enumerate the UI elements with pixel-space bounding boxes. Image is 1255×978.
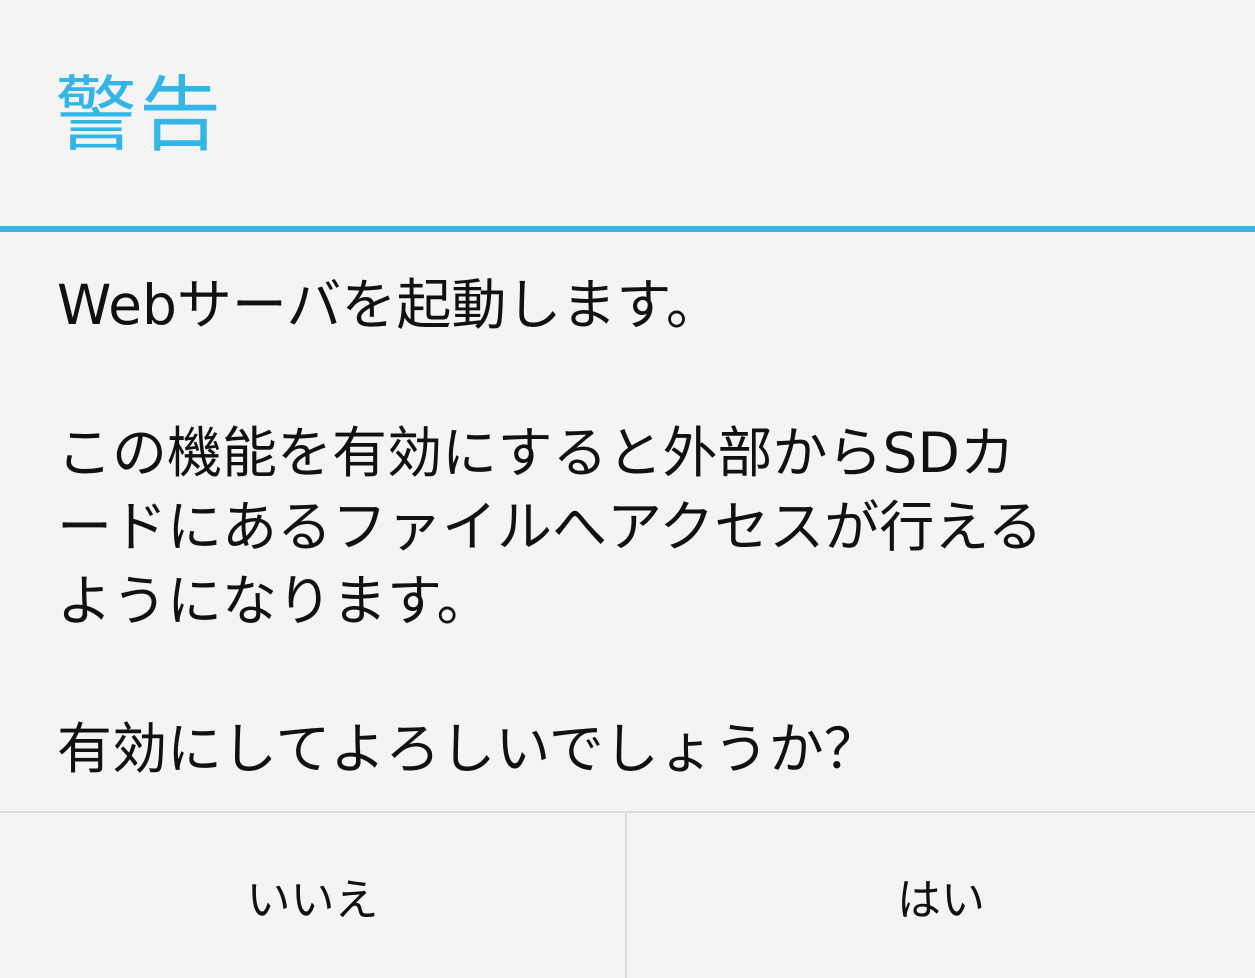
message-spacer: [57, 638, 1207, 712]
message-line: この機能を有効にすると外部からSDカ: [57, 421, 1015, 485]
message-line: ードにあるファイルへアクセスが行える: [57, 495, 1043, 559]
alert-dialog: 警告 Webサーバを起動します。 この機能を有効にすると外部からSDカ ードにあ…: [0, 0, 1255, 978]
dialog-message: Webサーバを起動します。 この機能を有効にすると外部からSDカ ードにあるファ…: [57, 268, 1207, 786]
message-spacer: [57, 342, 1207, 416]
message-line: ようになります。: [57, 569, 492, 633]
title-divider: [0, 226, 1255, 232]
message-line: 有効にしてよろしいでしょうか？: [57, 717, 879, 781]
no-button[interactable]: いいえ: [0, 813, 625, 978]
yes-button[interactable]: はい: [627, 813, 1255, 978]
message-line: Webサーバを起動します。: [57, 273, 721, 337]
dialog-title-area: 警告: [0, 0, 1255, 226]
dialog-title: 警告: [55, 68, 224, 163]
